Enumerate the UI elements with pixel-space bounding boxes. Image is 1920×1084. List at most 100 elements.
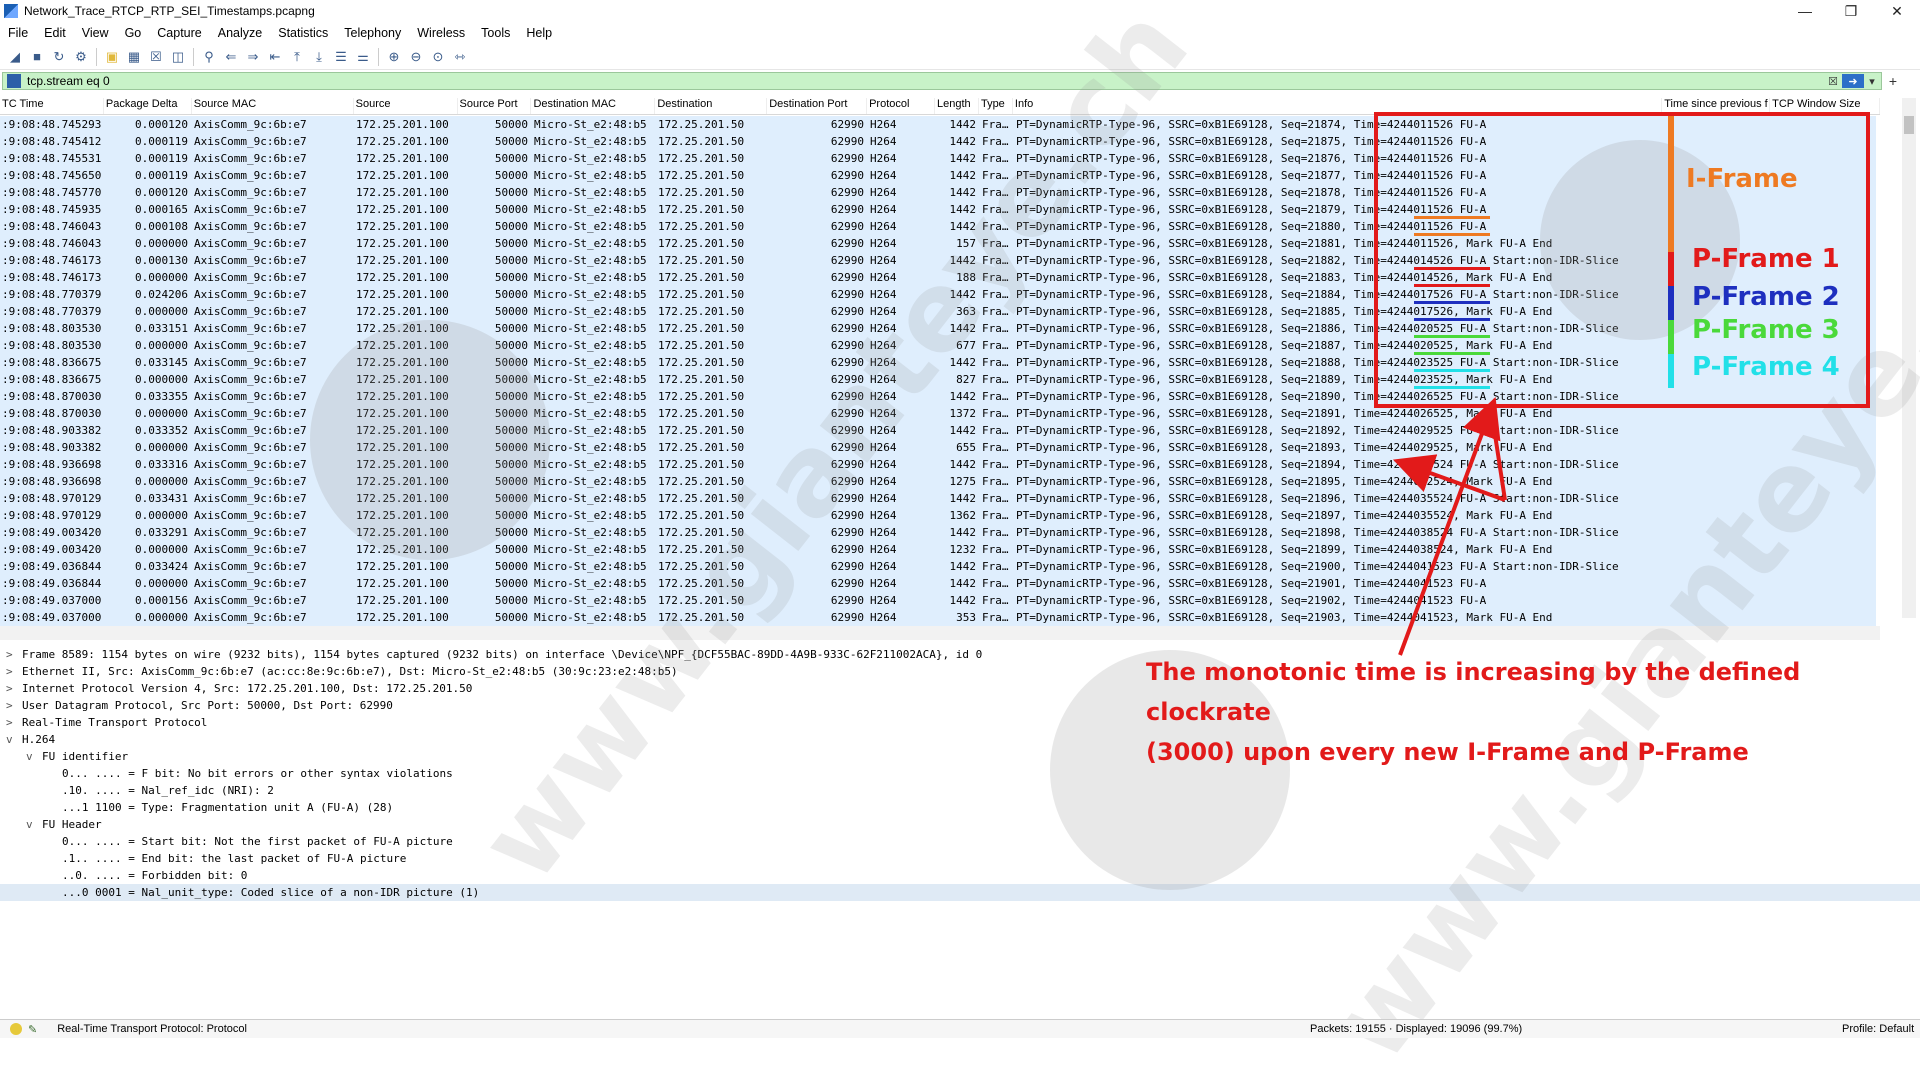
collapsed-chevron-icon[interactable]: >: [6, 663, 22, 680]
detail-tree-item[interactable]: .1.. .... = End bit: the last packet of …: [0, 850, 1920, 867]
column-header[interactable]: Destination: [655, 98, 768, 114]
column-header[interactable]: Type: [979, 98, 1013, 114]
stop-capture-icon[interactable]: ■: [28, 48, 46, 66]
column-header[interactable]: Source: [354, 98, 458, 114]
menu-item-telephony[interactable]: Telephony: [336, 26, 409, 40]
collapsed-chevron-icon[interactable]: >: [6, 714, 22, 731]
start-capture-icon[interactable]: ◢: [6, 48, 24, 66]
packet-cell: H264: [870, 356, 897, 369]
collapsed-chevron-icon[interactable]: >: [6, 646, 22, 663]
display-filter-input[interactable]: [25, 73, 1729, 89]
capture-options-icon[interactable]: ⚙: [72, 48, 90, 66]
menu-item-help[interactable]: Help: [518, 26, 560, 40]
packet-cell: H264: [870, 611, 897, 624]
last-packet-icon[interactable]: ⤓: [310, 48, 328, 66]
expanded-chevron-icon[interactable]: v: [26, 816, 42, 833]
expert-info-icon[interactable]: [10, 1023, 22, 1035]
packet-cell: 62990: [830, 458, 864, 471]
menu-item-file[interactable]: File: [0, 26, 36, 40]
scrollbar-thumb[interactable]: [1904, 116, 1914, 134]
packet-cell: 1442: [949, 254, 977, 267]
go-forward-icon[interactable]: ⇒: [244, 48, 262, 66]
packet-cell: 62990: [830, 492, 864, 505]
restart-capture-icon[interactable]: ↻: [50, 48, 68, 66]
status-profile[interactable]: Profile: Default: [1842, 1023, 1914, 1035]
menu-item-analyze[interactable]: Analyze: [210, 26, 270, 40]
menu-item-tools[interactable]: Tools: [473, 26, 518, 40]
packet-row[interactable]: :9:08:49.036844 0.000000 AxisComm_9c:6b:e7…: [0, 575, 1876, 592]
detail-text: Internet Protocol Version 4, Src: 172.25…: [22, 682, 473, 695]
reload-icon[interactable]: ◫: [169, 48, 187, 66]
find-packet-icon[interactable]: ⚲: [200, 48, 218, 66]
detail-tree-item[interactable]: ...0 0001 = Nal_unit_type: Coded slice o…: [0, 884, 1920, 901]
apply-filter-icon[interactable]: ➜: [1842, 74, 1864, 88]
clear-filter-icon[interactable]: ☒: [1826, 74, 1840, 88]
column-header[interactable]: Source Port: [458, 98, 532, 114]
packet-cell: 172.25.201.50: [658, 509, 745, 522]
expanded-chevron-icon[interactable]: v: [6, 731, 22, 748]
go-back-icon[interactable]: ⇐: [222, 48, 240, 66]
close-icon[interactable]: ✕: [1874, 0, 1920, 22]
menu-item-wireless[interactable]: Wireless: [409, 26, 473, 40]
open-file-icon[interactable]: ▣: [103, 48, 121, 66]
column-header[interactable]: TC Time: [0, 98, 104, 114]
packet-row[interactable]: :9:08:48.903382 0.033352 AxisComm_9c:6b:e7…: [0, 422, 1876, 439]
save-file-icon[interactable]: ▦: [125, 48, 143, 66]
zoom-in-icon[interactable]: ⊕: [385, 48, 403, 66]
column-header[interactable]: Package Delta: [104, 98, 192, 114]
colorize-icon[interactable]: ⚌: [354, 48, 372, 66]
edit-comment-icon[interactable]: ✎: [28, 1023, 37, 1036]
go-to-packet-icon[interactable]: ⇤: [266, 48, 284, 66]
detail-tree-item[interactable]: v FU Header: [0, 816, 1920, 833]
packet-row[interactable]: :9:08:49.037000 0.000000 AxisComm_9c:6b:e7…: [0, 609, 1876, 626]
zoom-out-icon[interactable]: ⊖: [407, 48, 425, 66]
collapsed-chevron-icon[interactable]: >: [6, 680, 22, 697]
menu-item-go[interactable]: Go: [117, 26, 150, 40]
menu-item-statistics[interactable]: Statistics: [270, 26, 336, 40]
expanded-chevron-icon[interactable]: v: [26, 748, 42, 765]
column-header[interactable]: Source MAC: [192, 98, 354, 114]
packet-cell: AxisComm_9c:6b:e7: [194, 441, 307, 454]
menu-item-edit[interactable]: Edit: [36, 26, 74, 40]
packet-cell: AxisComm_9c:6b:e7: [194, 186, 307, 199]
packet-cell: 62990: [830, 373, 864, 386]
column-header[interactable]: Protocol: [867, 98, 935, 114]
packet-row[interactable]: :9:08:48.970129 0.000000 AxisComm_9c:6b:e7…: [0, 507, 1876, 524]
menu-item-view[interactable]: View: [74, 26, 117, 40]
detail-tree-item[interactable]: ..0. .... = Forbidden bit: 0: [0, 867, 1920, 884]
packet-row[interactable]: :9:08:49.036844 0.033424 AxisComm_9c:6b:e7…: [0, 558, 1876, 575]
column-header[interactable]: Destination MAC: [531, 98, 656, 114]
packet-row[interactable]: :9:08:48.970129 0.033431 AxisComm_9c:6b:e7…: [0, 490, 1876, 507]
packet-cell: 172.25.201.100: [356, 577, 449, 590]
packet-cell: H264: [870, 424, 897, 437]
restore-icon[interactable]: ❐: [1828, 0, 1874, 22]
column-header[interactable]: Length: [935, 98, 979, 114]
minimize-icon[interactable]: —: [1782, 0, 1828, 22]
first-packet-icon[interactable]: ⤒: [288, 48, 306, 66]
detail-tree-item[interactable]: ...1 1100 = Type: Fragmentation unit A (…: [0, 799, 1920, 816]
packet-row[interactable]: :9:08:48.936698 0.000000 AxisComm_9c:6b:e7…: [0, 473, 1876, 490]
packet-row[interactable]: :9:08:48.903382 0.000000 AxisComm_9c:6b:e7…: [0, 439, 1876, 456]
packet-cell: 0.033352: [135, 424, 188, 437]
packet-list-hscrollbar[interactable]: [0, 626, 1880, 640]
packet-row[interactable]: :9:08:49.003420 0.033291 AxisComm_9c:6b:e7…: [0, 524, 1876, 541]
detail-tree-item[interactable]: .10. .... = Nal_ref_idc (NRI): 2: [0, 782, 1920, 799]
detail-tree-item[interactable]: 0... .... = Start bit: Not the first pac…: [0, 833, 1920, 850]
packet-list-scrollbar[interactable]: [1902, 98, 1916, 618]
resize-columns-icon[interactable]: ⇿: [451, 48, 469, 66]
packet-row[interactable]: :9:08:48.936698 0.033316 AxisComm_9c:6b:e7…: [0, 456, 1876, 473]
autoscroll-icon[interactable]: ☰: [332, 48, 350, 66]
collapsed-chevron-icon[interactable]: >: [6, 697, 22, 714]
add-filter-button-icon[interactable]: +: [1886, 73, 1900, 89]
packet-row[interactable]: :9:08:49.003420 0.000000 AxisComm_9c:6b:e7…: [0, 541, 1876, 558]
packet-cell: :9:08:48.836675: [2, 356, 102, 369]
packet-row[interactable]: :9:08:49.037000 0.000156 AxisComm_9c:6b:e7…: [0, 592, 1876, 609]
status-packets: Packets: 19155 · Displayed: 19096 (99.7%…: [1310, 1023, 1523, 1035]
column-header[interactable]: Destination Port: [767, 98, 868, 114]
menu-item-capture[interactable]: Capture: [149, 26, 209, 40]
bookmark-icon[interactable]: [7, 74, 21, 88]
zoom-normal-icon[interactable]: ⊙: [429, 48, 447, 66]
filter-history-icon[interactable]: ▾: [1866, 74, 1878, 88]
packet-cell: 0.000000: [135, 611, 188, 624]
close-file-icon[interactable]: ☒: [147, 48, 165, 66]
